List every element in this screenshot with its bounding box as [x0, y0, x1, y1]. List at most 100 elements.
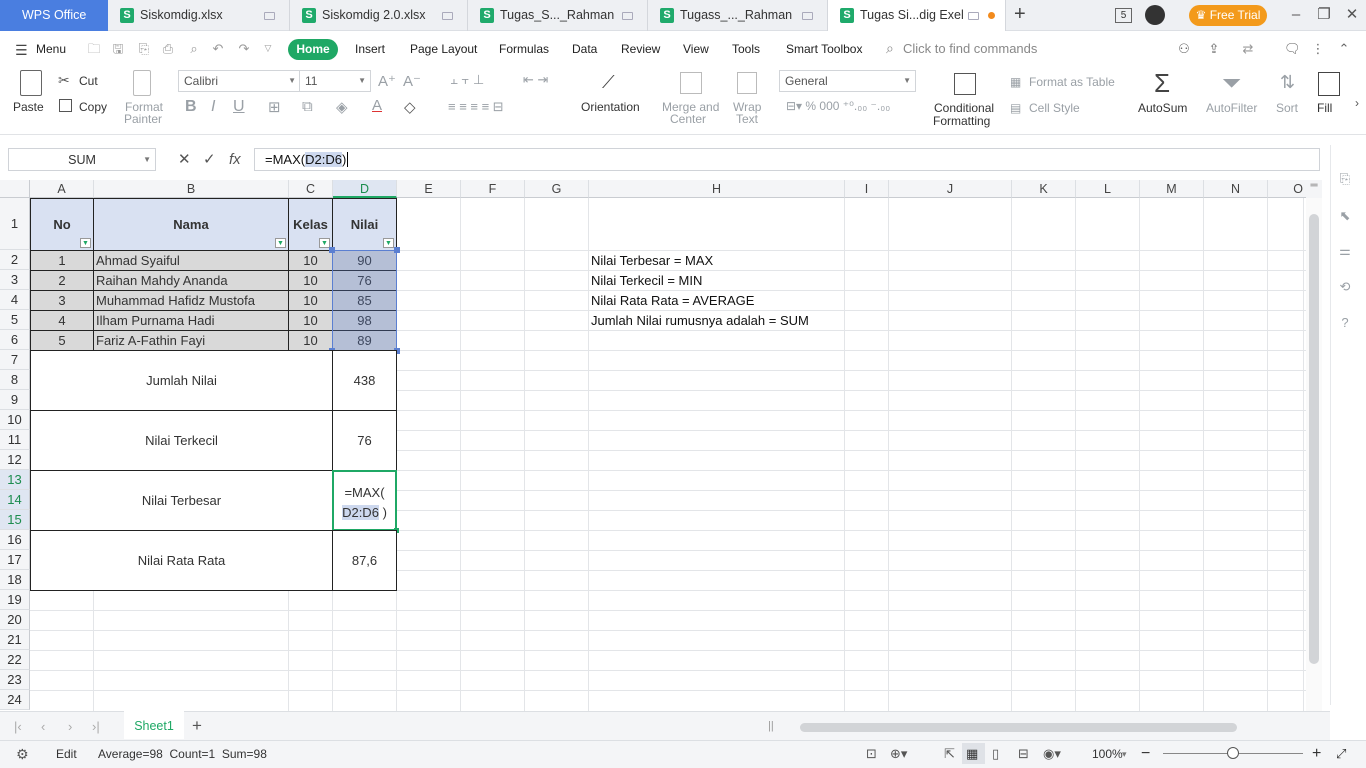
- zoom-slider-thumb[interactable]: [1227, 747, 1239, 759]
- row-header[interactable]: 1: [0, 198, 30, 250]
- wrap-label-2[interactable]: Text: [736, 112, 758, 126]
- column-header[interactable]: G: [525, 180, 589, 198]
- comment-icon[interactable]: 🗨: [1284, 41, 1301, 56]
- table-cell[interactable]: 10: [288, 310, 333, 331]
- tab-review[interactable]: Review: [621, 32, 660, 65]
- table-cell[interactable]: 10: [288, 330, 333, 351]
- merge-label-2[interactable]: Center: [670, 112, 706, 126]
- row-header[interactable]: 20: [0, 610, 30, 630]
- export-pdf-icon[interactable]: ⎘: [136, 41, 152, 56]
- page-count-icon[interactable]: 5: [1115, 8, 1132, 23]
- first-sheet-icon[interactable]: |‹: [14, 719, 22, 734]
- tab-home[interactable]: Home: [288, 39, 338, 60]
- more-options-icon[interactable]: ⋮: [1310, 41, 1326, 56]
- nilai-terkecil-value[interactable]: 76: [332, 410, 397, 471]
- insert-function-icon[interactable]: fx: [229, 148, 241, 171]
- formula-input[interactable]: =MAX(D2:D6): [254, 148, 1320, 171]
- row-header[interactable]: 6: [0, 330, 30, 350]
- note-text[interactable]: Nilai Rata Rata = AVERAGE: [591, 291, 754, 311]
- sync-icon[interactable]: ⇄: [1240, 41, 1256, 56]
- nilai-terkecil-label[interactable]: Nilai Terkecil: [30, 410, 333, 471]
- note-text[interactable]: Jumlah Nilai rumusnya adalah = SUM: [591, 311, 809, 331]
- table-cell[interactable]: 10: [288, 250, 333, 271]
- format-as-table-button[interactable]: Format as Table: [1029, 75, 1115, 89]
- horizontal-scroll-thumb[interactable]: [800, 723, 1237, 732]
- macro-icon[interactable]: ⚙: [16, 740, 29, 768]
- row-header[interactable]: 5: [0, 310, 30, 330]
- tab-page-layout[interactable]: Page Layout: [410, 32, 477, 65]
- spreadsheet-grid[interactable]: A B C D E F G H I J K L M N O 1 2 3 4 5 …: [0, 180, 1306, 711]
- bold-icon[interactable]: B: [185, 98, 197, 116]
- align-left-icon[interactable]: ≡ ≡ ≡ ≡ ⊟: [448, 99, 504, 115]
- fill-button[interactable]: Fill: [1317, 101, 1332, 115]
- user-icon[interactable]: ⚇: [1176, 41, 1192, 56]
- decrease-font-icon[interactable]: A⁻: [403, 72, 421, 90]
- tab-smart-toolbox[interactable]: Smart Toolbox: [786, 32, 862, 65]
- header-cell-no[interactable]: No ▼: [30, 198, 94, 251]
- row-header[interactable]: 10: [0, 410, 30, 430]
- borders-icon[interactable]: ⊞: [268, 98, 281, 116]
- column-header[interactable]: C: [289, 180, 333, 198]
- column-header[interactable]: N: [1204, 180, 1268, 198]
- prev-sheet-icon[interactable]: ‹: [41, 719, 45, 734]
- read-mode-icon[interactable]: ⇱: [944, 740, 955, 768]
- row-header[interactable]: 18: [0, 570, 30, 590]
- confirm-formula-icon[interactable]: ✓: [203, 148, 216, 171]
- zoom-in-button[interactable]: +: [1312, 740, 1321, 768]
- column-header[interactable]: D: [333, 180, 397, 198]
- conditional-formatting-label-2[interactable]: Formatting: [933, 114, 990, 128]
- free-trial-button[interactable]: ♛ Free Trial: [1189, 5, 1267, 26]
- tab-tools[interactable]: Tools: [732, 32, 760, 65]
- column-header[interactable]: M: [1140, 180, 1204, 198]
- column-header[interactable]: B: [94, 180, 289, 198]
- paste-icon[interactable]: [20, 70, 42, 96]
- column-header[interactable]: J: [889, 180, 1012, 198]
- new-tab-button[interactable]: +: [1014, 3, 1026, 26]
- row-header[interactable]: 17: [0, 550, 30, 570]
- fill-color-icon[interactable]: ◈: [336, 98, 348, 116]
- table-cell[interactable]: 10: [288, 290, 333, 311]
- jumlah-nilai-value[interactable]: 438: [332, 350, 397, 411]
- page-layout-view-icon[interactable]: ▯: [992, 740, 999, 768]
- freeze-icon[interactable]: ⊕▾: [890, 740, 907, 768]
- zoom-dropdown-icon[interactable]: ▾: [1122, 740, 1127, 768]
- tab-splitter-icon[interactable]: ||: [768, 720, 774, 732]
- number-format-tools-icon[interactable]: ⊟▾ % 000 ⁺⁰.₀₀ ⁻.₀₀: [786, 99, 890, 113]
- select-all-corner[interactable]: [0, 180, 30, 198]
- print-preview-icon[interactable]: ⌕: [186, 41, 202, 56]
- tab-data[interactable]: Data: [572, 32, 597, 65]
- column-header[interactable]: K: [1012, 180, 1076, 198]
- name-box[interactable]: SUM ▼: [8, 148, 156, 171]
- avatar[interactable]: [1145, 5, 1165, 25]
- table-cell[interactable]: 4: [30, 310, 94, 331]
- header-cell-nilai[interactable]: Nilai ▼: [332, 198, 397, 251]
- row-header[interactable]: 23: [0, 670, 30, 690]
- help-icon[interactable]: ?: [1337, 315, 1353, 331]
- font-color-icon[interactable]: A: [372, 97, 382, 114]
- column-header[interactable]: A: [30, 180, 94, 198]
- orientation-icon[interactable]: ⟋: [602, 72, 615, 93]
- tab-insert[interactable]: Insert: [355, 32, 385, 65]
- row-header[interactable]: 14: [0, 490, 30, 510]
- row-header[interactable]: 13: [0, 470, 30, 490]
- table-cell[interactable]: Raihan Mahdy Ananda: [93, 270, 289, 291]
- column-header[interactable]: I: [845, 180, 889, 198]
- fullscreen-icon[interactable]: ⤢: [1336, 740, 1346, 768]
- print-icon[interactable]: ⎙: [160, 41, 176, 56]
- conditional-formatting-label-1[interactable]: Conditional: [934, 101, 994, 115]
- row-header[interactable]: 22: [0, 650, 30, 670]
- row-header[interactable]: 11: [0, 430, 30, 450]
- next-sheet-icon[interactable]: ›: [68, 719, 72, 734]
- increase-font-icon[interactable]: A⁺: [378, 72, 396, 90]
- filter-dropdown-icon[interactable]: ▼: [80, 238, 91, 248]
- file-tab-active[interactable]: S Tugas Si...dig Exel: [828, 0, 1006, 31]
- selection-stats[interactable]: Average=98 Count=1 Sum=98: [98, 740, 267, 768]
- split-icon[interactable]: ═: [1306, 180, 1322, 198]
- row-header[interactable]: 21: [0, 630, 30, 650]
- sheet-tab-sheet1[interactable]: Sheet1: [124, 711, 184, 739]
- redo-icon[interactable]: ↷: [236, 41, 252, 56]
- row-header[interactable]: 2: [0, 250, 30, 270]
- row-header[interactable]: 24: [0, 690, 30, 710]
- table-cell[interactable]: 1: [30, 250, 94, 271]
- table-cell[interactable]: 2: [30, 270, 94, 291]
